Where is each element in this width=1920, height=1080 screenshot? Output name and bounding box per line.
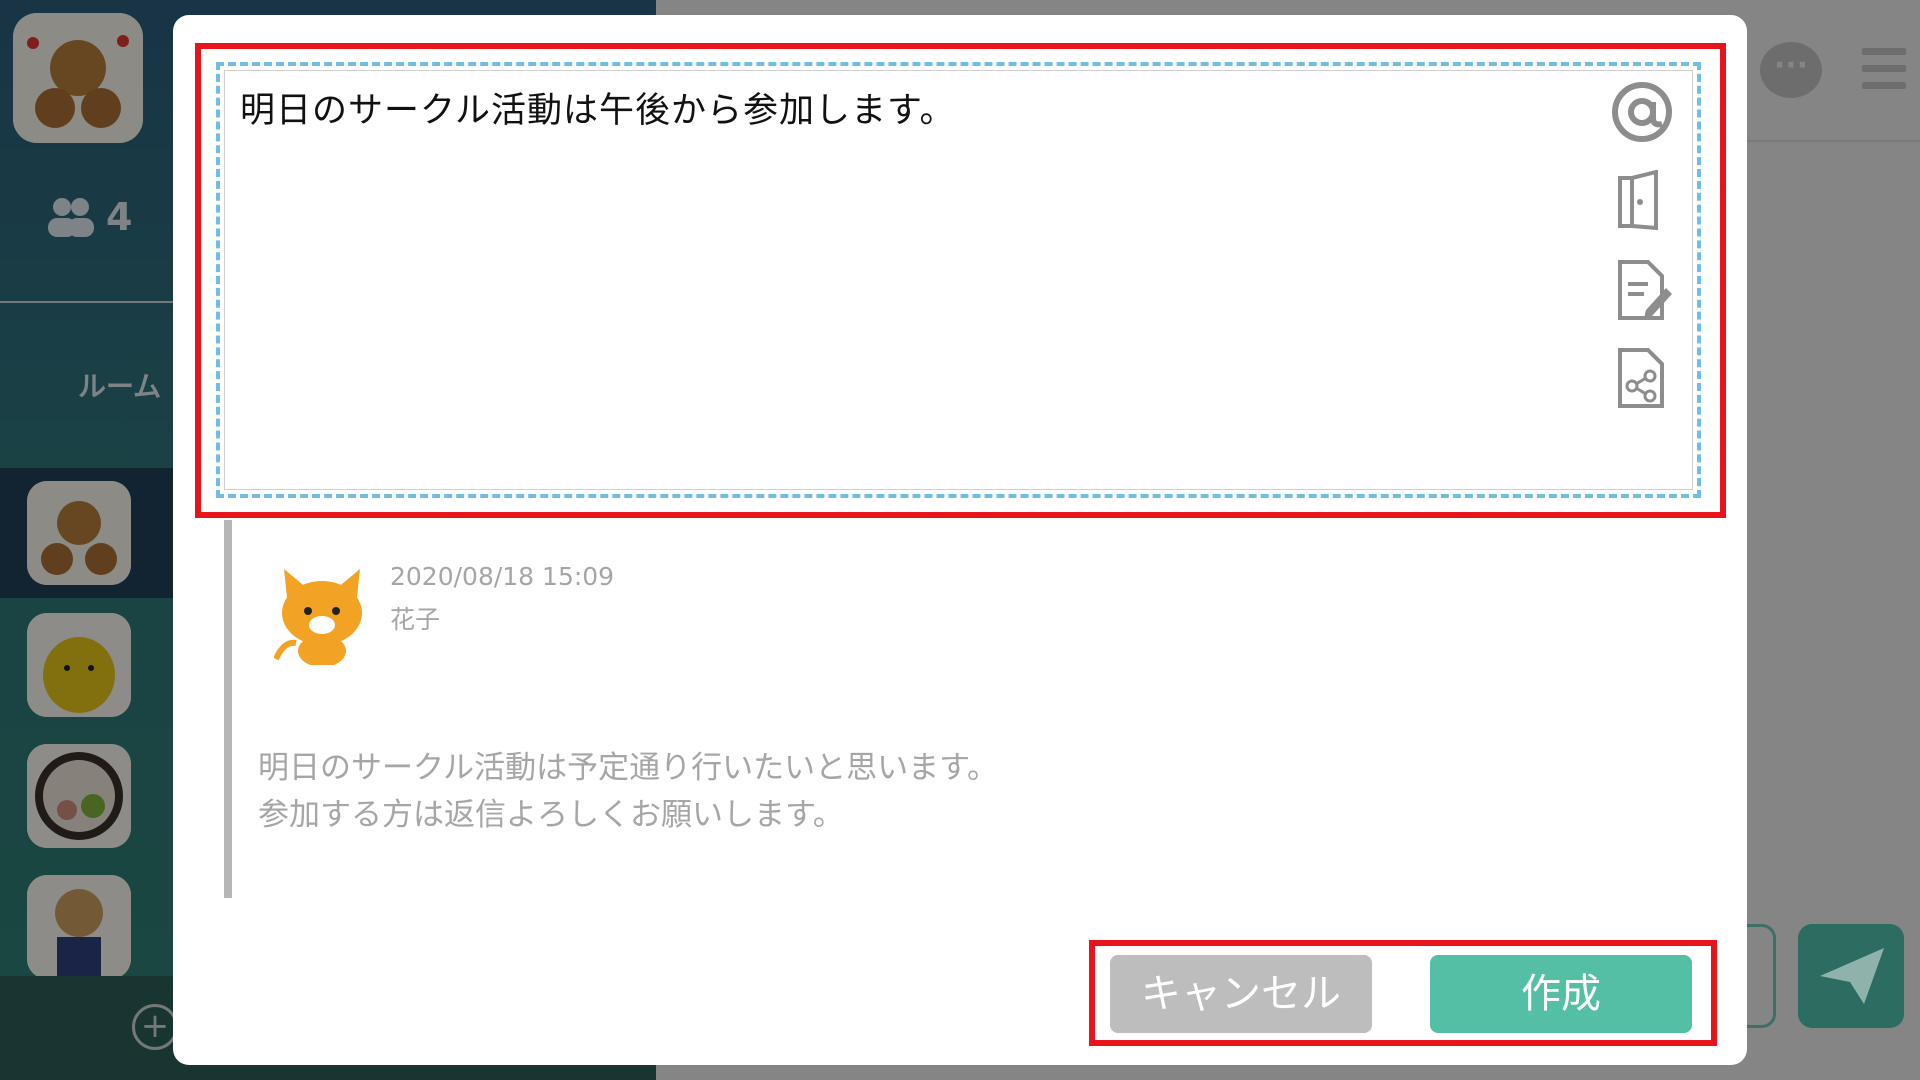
file-share-icon[interactable] — [1610, 346, 1674, 410]
send-button[interactable] — [1798, 924, 1904, 1028]
menu-icon[interactable] — [1862, 48, 1906, 99]
mention-icon[interactable] — [1610, 80, 1674, 144]
compose-text: 明日のサークル活動は午後から参加します。 — [240, 91, 956, 131]
cancel-button[interactable]: キャンセル — [1110, 955, 1372, 1033]
chat-bubble-icon[interactable]: ··· — [1760, 42, 1822, 98]
quoted-line-1: 明日のサークル活動は予定通り行いたいと思います。 — [258, 750, 998, 786]
avatar — [273, 563, 370, 667]
quoted-message: 明日のサークル活動は予定通り行いたいと思います。 参加する方は返信よろしくお願い… — [258, 745, 998, 839]
post-timestamp: 2020/08/18 15:09 — [390, 562, 615, 591]
door-icon[interactable] — [1610, 170, 1674, 234]
post-author: 花子 — [390, 605, 441, 634]
quote-bar — [224, 520, 232, 898]
paper-plane-icon — [1820, 948, 1884, 1004]
note-edit-icon[interactable] — [1610, 258, 1674, 322]
quoted-line-2: 参加する方は返信よろしくお願いします。 — [258, 797, 844, 833]
create-button[interactable]: 作成 — [1430, 955, 1692, 1033]
compose-textarea[interactable] — [224, 70, 1693, 490]
